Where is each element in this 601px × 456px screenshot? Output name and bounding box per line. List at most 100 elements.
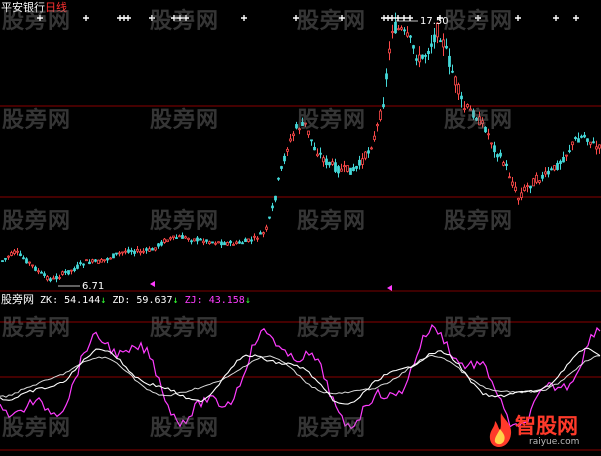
candle-body bbox=[238, 241, 241, 244]
candle-body bbox=[169, 237, 172, 240]
candle-body bbox=[565, 154, 568, 157]
candle-body bbox=[352, 167, 355, 171]
white-plus-cross bbox=[293, 15, 299, 21]
candle-body bbox=[127, 249, 130, 253]
candle-body bbox=[289, 138, 292, 142]
brand-url[interactable]: raiyue.com bbox=[529, 437, 579, 447]
candle-body bbox=[160, 241, 163, 246]
candle-body bbox=[421, 54, 424, 59]
candle-body bbox=[199, 238, 202, 241]
white-plus-cross bbox=[171, 15, 177, 21]
candle-body bbox=[391, 31, 394, 34]
candle-body bbox=[325, 158, 328, 166]
candle-body bbox=[262, 232, 265, 235]
white-plus-cross bbox=[339, 15, 345, 21]
chart-title: 平安银行日线 bbox=[1, 1, 67, 14]
candle-body bbox=[346, 165, 349, 172]
candle-body bbox=[415, 58, 418, 61]
candle-body bbox=[1, 260, 4, 263]
candle-body bbox=[568, 150, 571, 153]
white-plus-cross bbox=[515, 15, 521, 21]
magenta-triangle-left bbox=[387, 285, 392, 291]
zj-value: 43.158 bbox=[208, 295, 245, 306]
candle-body bbox=[76, 264, 79, 269]
candle-body bbox=[523, 186, 526, 191]
candle-body bbox=[532, 178, 535, 187]
candle-body bbox=[481, 120, 484, 124]
candle-body bbox=[283, 155, 286, 162]
candle-body bbox=[445, 45, 448, 49]
candle-body bbox=[109, 257, 112, 260]
candle-body bbox=[487, 133, 490, 136]
candle-body bbox=[166, 239, 169, 242]
candle-body bbox=[184, 236, 187, 239]
candle-body bbox=[460, 95, 463, 100]
candle-body bbox=[508, 176, 511, 179]
candle-body bbox=[328, 161, 331, 166]
candle-body bbox=[316, 153, 319, 157]
candle-body bbox=[28, 261, 31, 264]
candle-body bbox=[349, 167, 352, 175]
candle-body bbox=[214, 242, 217, 245]
stock-chart[interactable]: 17.50 6.71 bbox=[0, 0, 601, 456]
candle-body bbox=[547, 170, 550, 175]
candle-body bbox=[457, 84, 460, 95]
brand-name: 智股网 bbox=[515, 414, 578, 438]
candle-body bbox=[586, 138, 589, 142]
candle-body bbox=[454, 76, 457, 86]
candle-body bbox=[304, 122, 307, 125]
zd-label: ZD: bbox=[112, 295, 131, 306]
candle-body bbox=[514, 186, 517, 191]
candle-body bbox=[34, 266, 37, 271]
candle-body bbox=[541, 174, 544, 179]
white-plus-cross bbox=[553, 15, 559, 21]
candle-body bbox=[313, 146, 316, 151]
candle-body bbox=[46, 276, 49, 281]
candle-body bbox=[520, 192, 523, 198]
candle-body bbox=[577, 138, 580, 143]
candle-body bbox=[202, 240, 205, 244]
candle-body bbox=[67, 270, 70, 275]
candle-body bbox=[493, 145, 496, 153]
white-plus-cross bbox=[149, 15, 155, 21]
candle-body bbox=[139, 251, 142, 254]
candle-body bbox=[286, 148, 289, 152]
candle-body bbox=[130, 250, 133, 252]
candle-body bbox=[220, 241, 223, 246]
candle-body bbox=[499, 152, 502, 157]
candle-body bbox=[502, 162, 505, 166]
candle-body bbox=[133, 250, 136, 254]
white-plus-cross bbox=[475, 15, 481, 21]
candle-body bbox=[43, 273, 46, 276]
brand-logo[interactable]: 智股网 raiyue.com bbox=[485, 408, 597, 452]
candle-body bbox=[376, 124, 379, 127]
zk-arrow-icon: ↓ bbox=[100, 295, 107, 306]
candle-body bbox=[40, 271, 43, 274]
candle-body bbox=[103, 259, 106, 262]
candle-body bbox=[277, 177, 280, 180]
candle-body bbox=[364, 151, 367, 159]
candle-body bbox=[544, 171, 547, 175]
period-label: 日线 bbox=[45, 1, 67, 14]
zk-value: 54.144 bbox=[64, 295, 101, 306]
candle-body bbox=[505, 163, 508, 167]
candle-body bbox=[295, 124, 298, 129]
candle-body bbox=[151, 248, 154, 251]
candle-body bbox=[466, 104, 469, 108]
candle-body bbox=[241, 242, 244, 245]
candle-body bbox=[418, 54, 421, 63]
candle-body bbox=[469, 108, 472, 111]
candle-body bbox=[589, 141, 592, 145]
candle-body bbox=[340, 168, 343, 172]
candle-body bbox=[397, 28, 400, 31]
candle-body bbox=[307, 130, 310, 136]
candle-body bbox=[145, 248, 148, 251]
candle-body bbox=[331, 161, 334, 165]
candle-body bbox=[205, 239, 208, 242]
candle-body bbox=[49, 278, 52, 282]
candle-body bbox=[85, 259, 88, 262]
white-plus-cross bbox=[37, 15, 43, 21]
candle-body bbox=[562, 157, 565, 163]
white-plus-cross bbox=[83, 15, 89, 21]
indicator-legend: 股旁网 ZK: 54.144↓ ZD: 59.637↓ ZJ: 43.158↓ bbox=[1, 293, 251, 307]
